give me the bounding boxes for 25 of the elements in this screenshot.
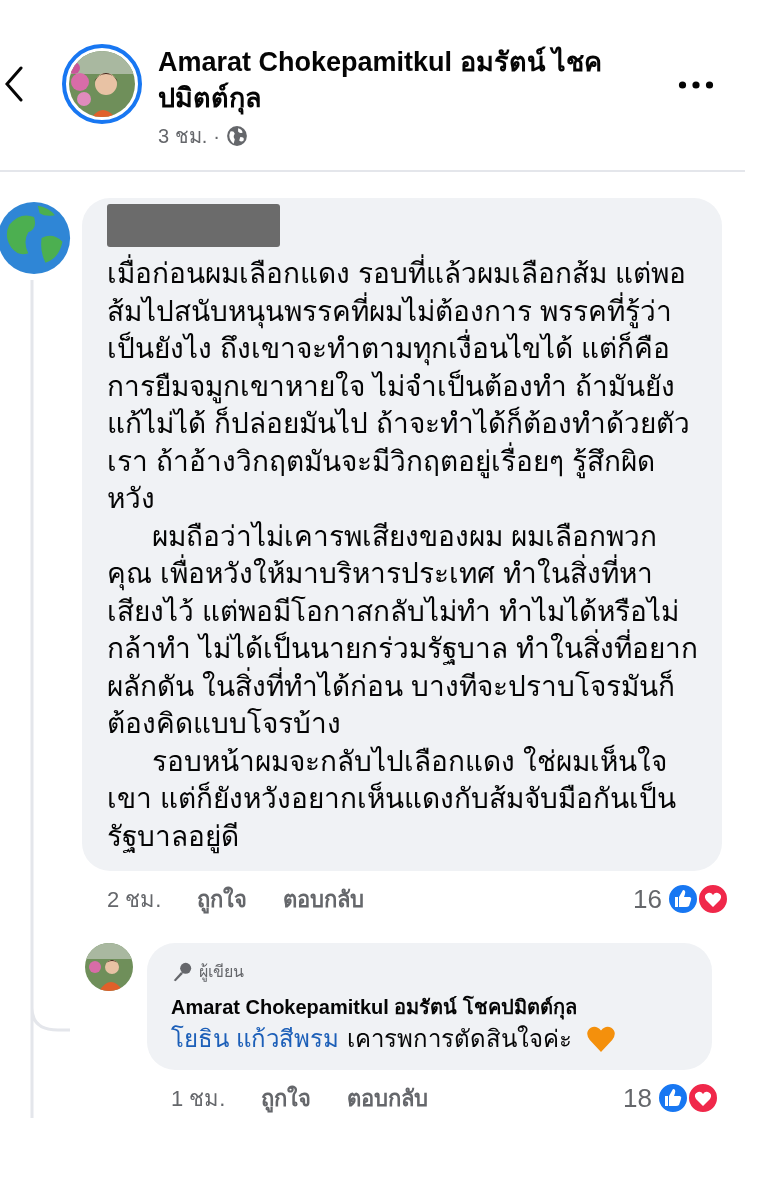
reaction-count[interactable]: 16: [633, 883, 662, 915]
action-link[interactable]: ถูกใจ: [261, 1080, 312, 1116]
separator-dot: ·: [213, 124, 220, 148]
comment-time: 2 ชม.: [107, 885, 162, 914]
action-link[interactable]: ตอบกลับ: [283, 881, 365, 917]
comment-paragraph: ผมถือว่าไม่เคารพเสียงของผม ผมเลือกพวกคุณ เพื่อหวังให้มาบริหารประเทศ ทำในสิ่งที่หาเสียงไว้ แต่พอมีโอกาสกลับไม่ทำ ทำไมได้หรือไม่กล้าทำ ไม่ได้เป็นนายกร่วมรัฐบาล ทำในสิ่งที่อยากผลักดัน ในสิ่งที่ทำได้ก่อน บางทีจะปราบโจรมันก็ต้องคิดแบบโจรบ้าง: [107, 519, 699, 741]
globe-icon: [225, 125, 248, 147]
reply-author[interactable]: Amarat Chokepamitkul อมรัตน์ โชคปมิตต์กุล: [171, 992, 690, 1022]
like-heart-icon: [656, 1081, 720, 1115]
post-time: 3 ชม.: [158, 124, 208, 149]
action-link[interactable]: ถูกใจ: [197, 881, 248, 917]
heart-icon: [585, 1025, 616, 1053]
mention-link[interactable]: โยธิน แก้วสีพรม: [171, 1022, 339, 1056]
like-heart-icon: [666, 882, 730, 916]
comment-paragraph: เมื่อก่อนผมเลือกแดง รอบที่แล้วผมเลือกส้ม แต่พอส้มไปสนับหนุนพรรคที่ผมไม่ต้องการ พรรคที่รู้ว่าเป็นยังไง ถึงเขาจะทำตามทุกเงื่อนไขได้ แต่ก็คือการยืมจมูกเขาหายใจ ไม่จำเป็นต้องทำ ถ้ามันยังแก้ไม่ได้ ก็ปล่อยมันไป ถ้าจะทำได้ก็ต้องทำด้วยตัวเรา ถ้าอ้างวิกฤตมันจะมีวิกฤตอยู่เรื่อยๆ รู้สึกผิดหวัง: [107, 255, 700, 518]
author-label: ผู้เขียน: [199, 962, 244, 984]
microphone-icon: [171, 960, 193, 983]
back-icon[interactable]: [4, 66, 24, 102]
action-link[interactable]: ตอบกลับ: [347, 1080, 429, 1116]
reply-text: เคารพการตัดสินใจค่ะ: [346, 1024, 572, 1054]
reaction-count[interactable]: 18: [623, 1082, 652, 1114]
comment-paragraph: รอบหน้าผมจะกลับไปเลือกแดง ใช่ผมเห็นใจเขา แต่ก็ยังหวังอยากเห็นแดงกับส้มจับมือกันเป็นรัฐบาลอยู่ดี: [107, 743, 677, 855]
author-name[interactable]: Amarat Chokepamitkul อมรัตน์ ไชค ปมิตต์กุล: [158, 44, 628, 116]
more-icon[interactable]: [678, 80, 714, 90]
reply-time: 1 ชม.: [171, 1084, 226, 1113]
